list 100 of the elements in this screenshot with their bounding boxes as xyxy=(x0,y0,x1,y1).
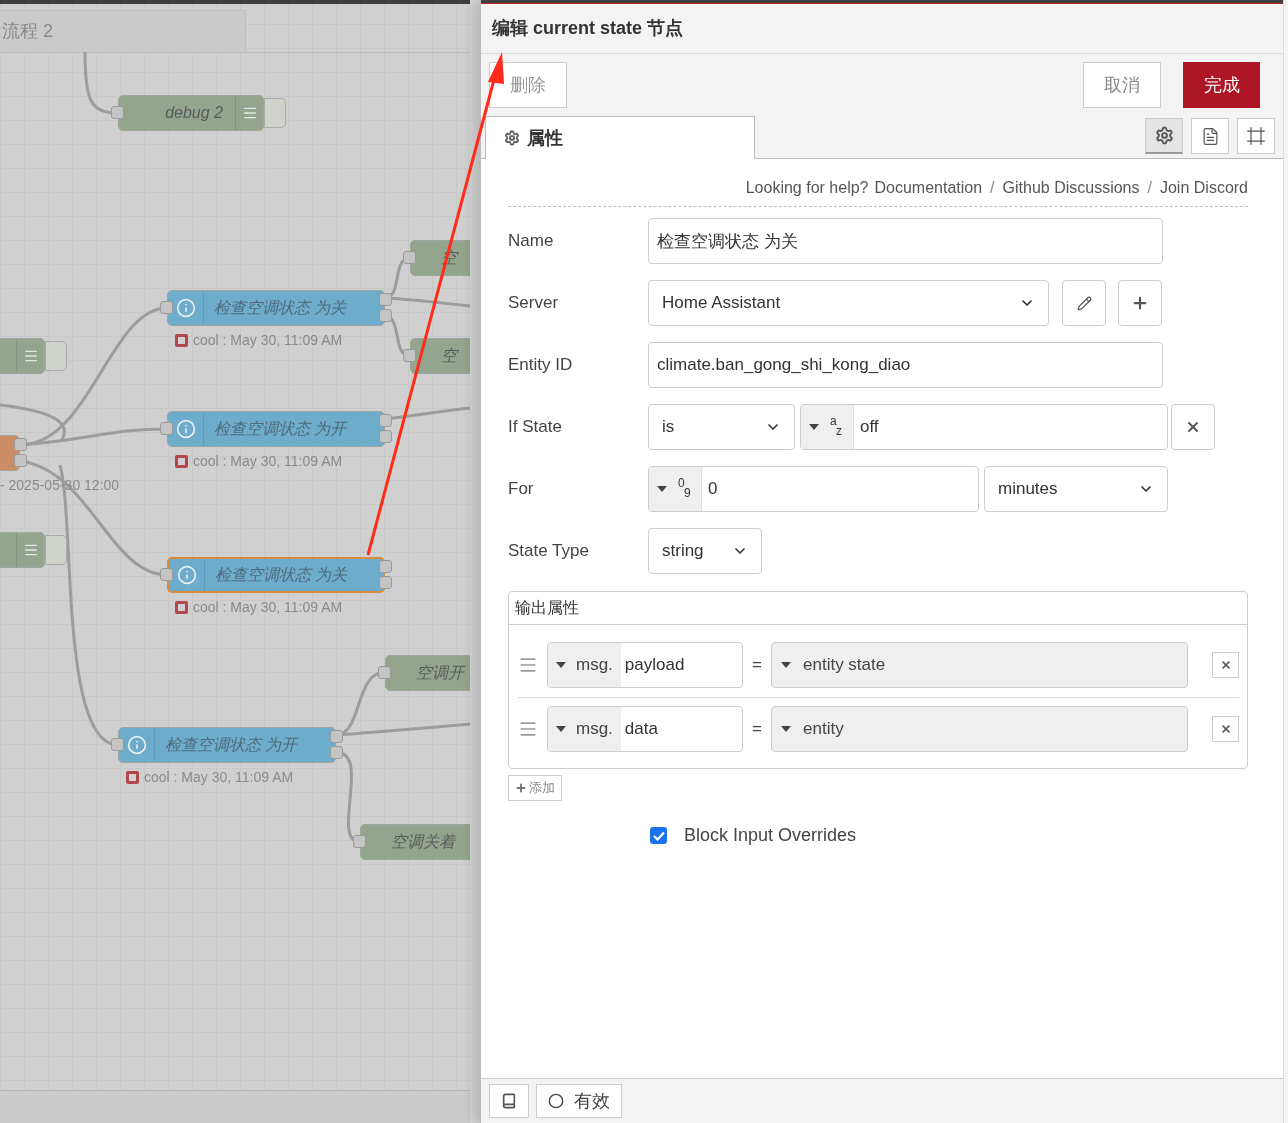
remove-row-button[interactable] xyxy=(1212,715,1239,742)
node-label: 检查空调状态 为关 xyxy=(213,298,347,318)
select-dropdown[interactable]: is xyxy=(648,404,795,450)
node-toggle-button[interactable] xyxy=(264,98,286,128)
close-icon xyxy=(1219,659,1232,671)
node-port[interactable] xyxy=(379,560,392,573)
caret-icon xyxy=(809,424,819,430)
cancel-button[interactable]: 取消 xyxy=(1083,62,1161,108)
clear-button[interactable] xyxy=(1171,404,1215,450)
node-status: cool : May 30, 11:09 AM xyxy=(193,452,343,471)
node-port[interactable] xyxy=(14,454,27,467)
description-button[interactable] xyxy=(489,1084,529,1118)
node-port[interactable] xyxy=(379,430,392,443)
node-label: debug 2 xyxy=(165,103,224,123)
entity-id-input[interactable]: climate.ban_gong_shi_kong_diao xyxy=(648,342,1163,388)
node-status: cool : May 30, 11:09 AM xyxy=(193,598,343,617)
field-label: Server xyxy=(508,292,560,315)
caret-icon xyxy=(781,725,791,732)
node-port[interactable] xyxy=(403,349,416,362)
node-port[interactable] xyxy=(160,568,173,581)
link-separator: / xyxy=(989,178,996,198)
list-icon xyxy=(22,542,39,558)
panel-title: 输出属性 xyxy=(515,598,579,618)
help-link[interactable]: Github Discussions xyxy=(1002,176,1140,200)
status-ring-icon xyxy=(175,601,188,614)
field-label: Name xyxy=(508,230,555,253)
node-toggle-button[interactable] xyxy=(45,341,67,371)
type-selector[interactable]: 0 9 xyxy=(649,467,702,511)
node-label: 检查空调状态 为关 xyxy=(214,565,348,585)
remove-row-button[interactable] xyxy=(1212,652,1239,678)
info-icon xyxy=(175,298,196,318)
node-port[interactable] xyxy=(111,106,124,119)
node-port[interactable] xyxy=(330,746,343,759)
book-icon xyxy=(501,1093,517,1109)
node-port[interactable] xyxy=(353,835,366,848)
typed-input-field[interactable]: a z off xyxy=(800,404,1168,450)
help-prompt: Looking for help? xyxy=(745,178,869,198)
pencil-icon xyxy=(1076,295,1092,311)
name-input[interactable]: 检查空调状态 为关 xyxy=(648,218,1163,264)
field-label: For xyxy=(508,478,535,501)
node-label: 空 xyxy=(440,346,457,366)
list-icon xyxy=(22,348,39,364)
node-port[interactable] xyxy=(111,738,124,751)
settings-icon xyxy=(504,130,520,146)
add-server-button[interactable] xyxy=(1118,280,1162,326)
status-ring-icon xyxy=(175,334,188,347)
caret-icon xyxy=(556,662,566,668)
panel-resize-handle[interactable] xyxy=(470,0,480,1123)
select-dropdown[interactable]: string xyxy=(648,528,762,574)
close-icon xyxy=(1185,419,1201,435)
type-selector[interactable]: a z xyxy=(801,405,854,449)
help-link[interactable]: Join Discord xyxy=(1159,176,1248,200)
node-port[interactable] xyxy=(379,576,392,589)
node-label: 检查空调状态 为开 xyxy=(213,419,347,439)
node-port[interactable] xyxy=(330,730,343,743)
node-port[interactable] xyxy=(160,422,173,435)
circle-icon xyxy=(548,1093,564,1109)
info-icon xyxy=(176,565,197,585)
field-label: Entity ID xyxy=(508,354,574,377)
editor-title: 编辑 current state 节点 xyxy=(492,17,684,40)
node-port[interactable] xyxy=(14,438,27,451)
value-type-dropdown[interactable]: entity state xyxy=(771,642,1188,688)
typed-input-field[interactable]: 0 9 0 xyxy=(648,466,979,512)
caret-icon xyxy=(657,486,667,492)
node-port[interactable] xyxy=(160,301,173,314)
drag-handle-icon[interactable] xyxy=(518,655,538,675)
field-label: State Type xyxy=(508,540,590,563)
frame-icon xyxy=(1246,126,1266,146)
checkbox-label: Block Input Overrides xyxy=(684,824,857,847)
add-button[interactable]: 添加 xyxy=(508,775,562,801)
node-port[interactable] xyxy=(379,293,392,306)
link-separator: / xyxy=(1146,178,1153,198)
edit-button[interactable] xyxy=(1062,280,1106,326)
settings-icon xyxy=(1154,126,1174,145)
select-dropdown[interactable]: minutes xyxy=(984,466,1168,512)
node-status: cool : May 30, 11:09 AM xyxy=(144,768,294,787)
close-icon xyxy=(1219,722,1232,735)
node-label: 空调关着 xyxy=(390,832,455,852)
select-dropdown[interactable]: Home Assistant xyxy=(648,280,1049,326)
list-icon xyxy=(241,105,258,121)
info-icon xyxy=(126,735,147,755)
node-port[interactable] xyxy=(378,666,391,679)
icon-tab[interactable] xyxy=(1237,118,1275,154)
node-toggle-button[interactable] xyxy=(45,535,67,565)
status-ring-icon xyxy=(126,771,139,784)
properties-tab[interactable]: 属性 xyxy=(485,116,755,159)
icon-tab[interactable] xyxy=(1145,118,1183,154)
node-port[interactable] xyxy=(403,251,416,264)
value-type-dropdown[interactable]: entity xyxy=(771,705,1188,752)
node-port[interactable] xyxy=(379,414,392,427)
property-input-field[interactable]: msg. payload xyxy=(547,642,743,688)
icon-tab[interactable] xyxy=(1191,118,1229,154)
caret-icon xyxy=(556,725,566,732)
help-link[interactable]: Documentation xyxy=(874,176,983,200)
plus-icon xyxy=(515,782,527,794)
done-button[interactable]: 完成 xyxy=(1183,62,1260,108)
checkbox[interactable] xyxy=(650,827,667,844)
node-port[interactable] xyxy=(379,309,392,322)
enabled-toggle-button[interactable]: 有效 xyxy=(536,1084,622,1118)
property-input-field[interactable]: msg. data xyxy=(547,705,743,752)
